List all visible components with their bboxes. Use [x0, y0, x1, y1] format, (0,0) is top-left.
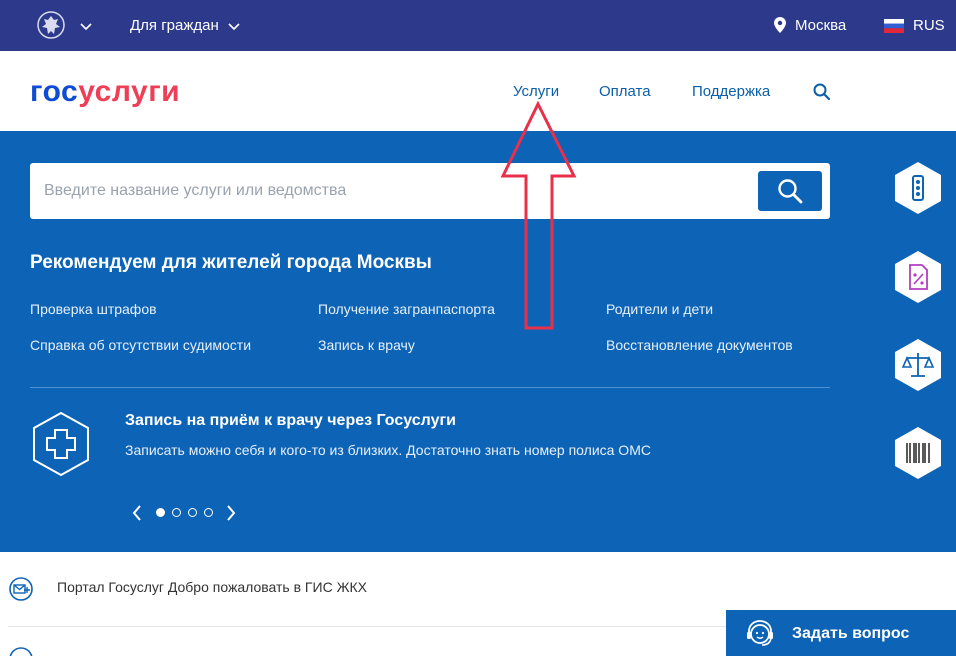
city-selector[interactable]: Москва [795, 17, 846, 34]
recommend-title: Рекомендуем для жителей города Москвы [30, 252, 432, 273]
mail-plus-icon [9, 647, 33, 656]
nav-support[interactable]: Поддержка [692, 83, 770, 100]
recommend-link-parents[interactable]: Родители и дети [606, 301, 713, 317]
top-bar: Для граждан Москва RUS [0, 0, 956, 51]
search-box [30, 163, 830, 219]
search-button[interactable] [758, 171, 822, 211]
pager-dot[interactable] [172, 508, 181, 517]
gosuslugi-logo[interactable]: госуслуги [30, 75, 180, 109]
search-icon [778, 179, 803, 204]
ask-question-button[interactable]: Задать вопрос [726, 610, 956, 656]
hero-section: Рекомендуем для жителей города Москвы Пр… [0, 131, 956, 552]
language-selector[interactable]: RUS [913, 17, 945, 34]
promo-title[interactable]: Запись на приём к врачу через Госуслуги [125, 412, 456, 430]
divider [30, 387, 830, 388]
recommend-link-fines[interactable]: Проверка штрафов [30, 301, 157, 317]
divider [8, 626, 728, 627]
pager-dot[interactable] [156, 508, 165, 517]
chevron-down-icon[interactable] [228, 20, 240, 32]
recommend-link-passport[interactable]: Получение загранпаспорта [318, 301, 495, 317]
recommend-link-documents[interactable]: Восстановление документов [606, 337, 793, 353]
recommend-link-doctor[interactable]: Запись к врачу [318, 337, 415, 353]
pager-dot[interactable] [188, 508, 197, 517]
feed-item-text[interactable]: Портал Госуслуг Добро пожаловать в ГИС Ж… [57, 579, 367, 595]
location-pin-icon [774, 17, 786, 33]
nav-services[interactable]: Услуги [513, 83, 559, 100]
search-icon[interactable] [813, 83, 831, 101]
scales-icon[interactable] [893, 338, 943, 392]
search-input[interactable] [44, 177, 744, 205]
site-header: госуслуги Услуги Оплата Поддержка [0, 51, 956, 131]
traffic-light-icon[interactable] [893, 161, 943, 215]
citizens-menu[interactable]: Для граждан [130, 17, 219, 34]
red-arrow-annotation [500, 100, 577, 330]
medical-cross-icon [33, 411, 89, 477]
nav-payment[interactable]: Оплата [599, 83, 651, 100]
barcode-icon[interactable] [893, 426, 943, 480]
chevron-left-icon[interactable] [130, 504, 144, 522]
coat-of-arms-icon[interactable] [36, 10, 66, 40]
support-operator-icon [747, 620, 773, 646]
chevron-right-icon[interactable] [224, 504, 238, 522]
pager-dot[interactable] [204, 508, 213, 517]
logo-part-1: гос [30, 75, 79, 108]
logo-part-2: услуги [78, 75, 181, 108]
ask-question-label: Задать вопрос [792, 625, 910, 642]
recommend-link-criminal-record[interactable]: Справка об отсутствии судимости [30, 337, 251, 353]
russian-flag-icon [884, 19, 904, 33]
mail-plus-icon [9, 577, 33, 601]
chevron-down-icon[interactable] [80, 20, 92, 32]
promo-text: Записать можно себя и кого-то из близких… [125, 442, 651, 458]
percent-document-icon[interactable] [893, 250, 943, 304]
